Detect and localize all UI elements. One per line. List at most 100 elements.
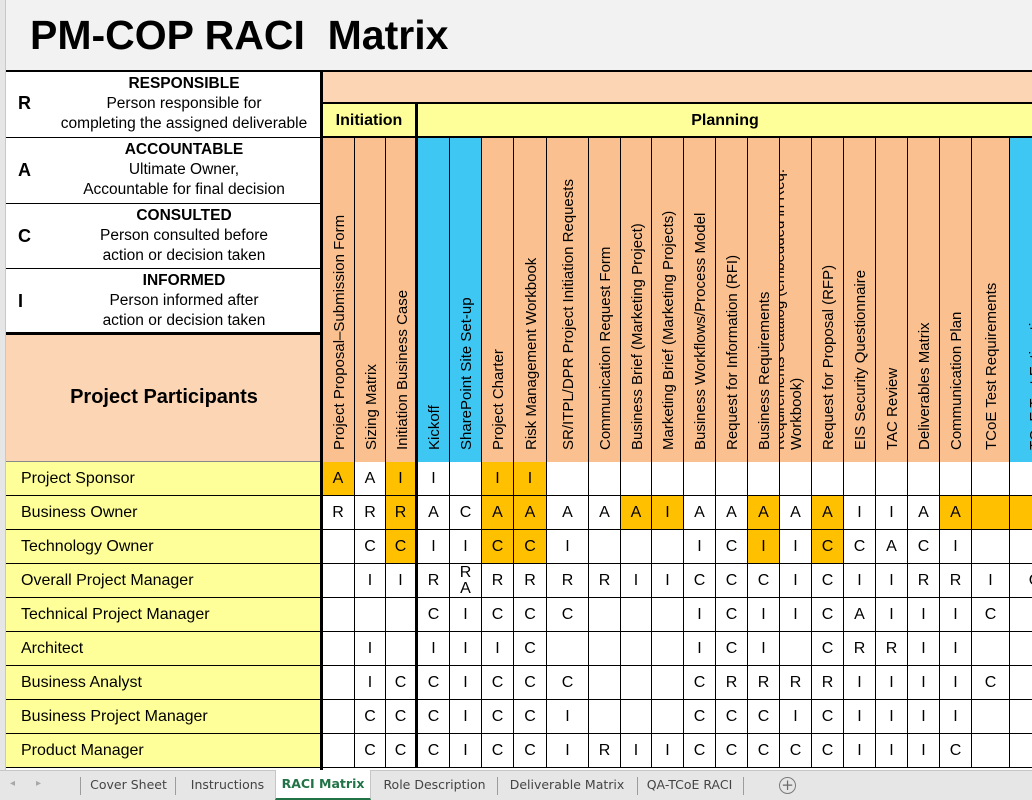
raci-cell[interactable] xyxy=(972,700,1010,734)
raci-cell[interactable] xyxy=(748,462,780,496)
raci-cell[interactable]: R xyxy=(748,666,780,700)
sheet-tab-deliverable-matrix[interactable]: Deliverable Matrix xyxy=(497,771,637,800)
raci-cell[interactable]: I xyxy=(684,632,716,666)
raci-cell[interactable] xyxy=(589,632,621,666)
participant-name[interactable]: Technical Project Manager xyxy=(6,598,320,632)
raci-cell[interactable]: C xyxy=(386,734,418,768)
raci-cell[interactable] xyxy=(322,700,355,734)
raci-cell[interactable]: C xyxy=(812,700,844,734)
raci-cell[interactable] xyxy=(684,462,716,496)
raci-cell[interactable] xyxy=(589,666,621,700)
participant-name[interactable]: Architect xyxy=(6,632,320,666)
raci-cell[interactable] xyxy=(621,462,652,496)
deliverable-header[interactable]: Communication Plan xyxy=(940,138,972,462)
raci-cell[interactable] xyxy=(322,564,355,598)
raci-cell[interactable]: I xyxy=(514,462,547,496)
raci-cell[interactable] xyxy=(547,632,589,666)
raci-cell[interactable]: C xyxy=(355,734,386,768)
raci-cell[interactable]: I xyxy=(547,530,589,564)
raci-cell[interactable] xyxy=(972,462,1010,496)
raci-cell[interactable] xyxy=(652,530,684,564)
raci-cell[interactable]: R xyxy=(940,564,972,598)
raci-cell[interactable] xyxy=(1010,734,1032,768)
deliverable-header[interactable]: Request for Information (RFI) xyxy=(716,138,748,462)
raci-cell[interactable] xyxy=(716,462,748,496)
deliverable-header[interactable]: Initiation Business Case xyxy=(386,138,418,462)
raci-cell[interactable]: C xyxy=(908,530,940,564)
raci-cell[interactable]: C xyxy=(716,564,748,598)
raci-cell[interactable]: C xyxy=(547,666,589,700)
raci-cell[interactable]: A xyxy=(812,496,844,530)
raci-cell[interactable]: R xyxy=(482,564,514,598)
raci-cell[interactable]: I xyxy=(780,530,812,564)
raci-cell[interactable]: I xyxy=(748,598,780,632)
raci-cell[interactable]: C xyxy=(812,530,844,564)
raci-cell[interactable]: I xyxy=(482,632,514,666)
deliverable-header[interactable]: Risk Management Workbook xyxy=(514,138,547,462)
raci-cell[interactable]: I xyxy=(780,700,812,734)
raci-cell[interactable]: I xyxy=(547,700,589,734)
raci-cell[interactable]: C xyxy=(812,598,844,632)
deliverable-header[interactable]: Communication Request Form xyxy=(589,138,621,462)
deliverable-header[interactable]: Project Charter xyxy=(482,138,514,462)
raci-cell[interactable]: A xyxy=(780,496,812,530)
raci-cell[interactable]: R xyxy=(386,496,418,530)
raci-cell[interactable]: C xyxy=(418,598,450,632)
deliverable-header[interactable]: SharePoint Site Set-up xyxy=(450,138,482,462)
raci-cell[interactable]: I xyxy=(908,734,940,768)
raci-cell[interactable]: A xyxy=(940,496,972,530)
raci-cell[interactable]: C xyxy=(684,666,716,700)
deliverable-header[interactable]: Business Requirements xyxy=(748,138,780,462)
deliverable-header[interactable]: TCoE Test Estimation xyxy=(1010,138,1032,462)
raci-cell[interactable]: C xyxy=(1010,564,1032,598)
deliverable-header[interactable]: SR/ITPL/DPR Project Initiation Requests xyxy=(547,138,589,462)
raci-cell[interactable] xyxy=(876,462,908,496)
raci-cell[interactable]: I xyxy=(450,598,482,632)
raci-cell[interactable]: C xyxy=(355,700,386,734)
raci-cell[interactable]: R xyxy=(844,632,876,666)
raci-cell[interactable]: I xyxy=(876,666,908,700)
raci-cell[interactable]: C xyxy=(748,564,780,598)
sheet-tab-qa-tcoe-raci[interactable]: QA-TCoE RACI xyxy=(637,771,742,800)
raci-cell[interactable]: R xyxy=(355,496,386,530)
raci-cell[interactable]: C xyxy=(386,530,418,564)
raci-cell[interactable]: I xyxy=(940,632,972,666)
raci-cell[interactable]: C xyxy=(812,734,844,768)
raci-cell[interactable]: I xyxy=(908,598,940,632)
raci-cell[interactable]: R xyxy=(876,632,908,666)
raci-cell[interactable]: C xyxy=(547,598,589,632)
raci-cell[interactable]: I xyxy=(940,666,972,700)
raci-cell[interactable] xyxy=(589,462,621,496)
raci-cell[interactable]: I xyxy=(482,462,514,496)
participant-name[interactable]: Product Manager xyxy=(6,734,320,768)
raci-cell[interactable] xyxy=(547,462,589,496)
raci-cell[interactable] xyxy=(621,700,652,734)
raci-cell[interactable]: I xyxy=(450,530,482,564)
raci-cell[interactable] xyxy=(780,462,812,496)
raci-cell[interactable] xyxy=(972,632,1010,666)
raci-cell[interactable]: I xyxy=(844,734,876,768)
raci-cell[interactable] xyxy=(972,530,1010,564)
raci-cell[interactable] xyxy=(1010,598,1032,632)
raci-cell[interactable] xyxy=(1010,462,1032,496)
raci-cell[interactable]: C xyxy=(482,598,514,632)
raci-cell[interactable]: I xyxy=(876,598,908,632)
raci-cell[interactable] xyxy=(1010,700,1032,734)
tab-scroll-left-icon[interactable]: ◂ xyxy=(10,778,15,789)
raci-cell[interactable]: I xyxy=(844,700,876,734)
raci-cell[interactable]: C xyxy=(482,700,514,734)
raci-cell[interactable]: C xyxy=(716,530,748,564)
raci-cell[interactable]: C xyxy=(716,632,748,666)
raci-cell[interactable]: C xyxy=(972,666,1010,700)
raci-cell[interactable] xyxy=(1010,632,1032,666)
raci-cell[interactable]: I xyxy=(450,700,482,734)
raci-cell[interactable]: I xyxy=(418,530,450,564)
raci-cell[interactable]: C xyxy=(482,666,514,700)
raci-cell[interactable]: I xyxy=(908,700,940,734)
raci-cell[interactable] xyxy=(621,598,652,632)
raci-cell[interactable]: R xyxy=(716,666,748,700)
raci-cell[interactable]: I xyxy=(355,632,386,666)
raci-cell[interactable]: R xyxy=(547,564,589,598)
raci-cell[interactable]: I xyxy=(876,496,908,530)
deliverable-header[interactable]: Kickoff xyxy=(418,138,450,462)
